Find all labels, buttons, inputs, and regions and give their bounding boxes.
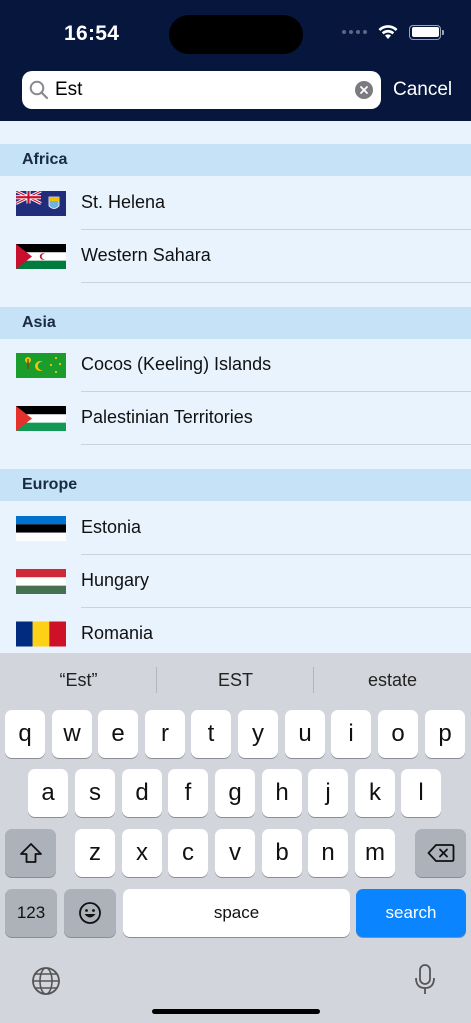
key-s[interactable]: s	[75, 769, 115, 817]
key-i[interactable]: i	[331, 710, 371, 758]
wifi-icon	[378, 25, 398, 39]
shift-icon	[19, 843, 42, 863]
key-f[interactable]: f	[168, 769, 208, 817]
country-name: Estonia	[81, 517, 142, 537]
shift-key[interactable]	[5, 829, 56, 877]
key-z[interactable]: z	[75, 829, 115, 877]
cancel-button[interactable]: Cancel	[393, 79, 452, 101]
suggestion-item[interactable]: estate	[314, 653, 471, 707]
cellular-signal-icon	[342, 30, 367, 34]
suggestion-item[interactable]: EST	[157, 653, 314, 707]
hungary-flag-icon	[16, 569, 66, 594]
globe-icon[interactable]	[31, 966, 61, 996]
section-title: Europe	[22, 476, 78, 493]
estonia-flag-icon	[16, 516, 66, 541]
row-divider	[81, 282, 471, 283]
key-p[interactable]: p	[425, 710, 465, 758]
list-item-palestinian-territories[interactable]: Palestinian Territories	[0, 392, 471, 445]
keyboard: “Est” EST estate q w e r t y u i o p a s…	[0, 653, 471, 1023]
battery-icon	[409, 24, 444, 40]
palestine-flag-icon	[16, 406, 66, 431]
country-name: Cocos (Keeling) Islands	[81, 354, 272, 374]
st-helena-flag-icon	[16, 191, 66, 216]
space-key[interactable]: space	[123, 889, 350, 937]
key-n[interactable]: n	[308, 829, 348, 877]
key-a[interactable]: a	[28, 769, 68, 817]
list-item-hungary[interactable]: Hungary	[0, 555, 471, 608]
key-x[interactable]: x	[122, 829, 162, 877]
key-y[interactable]: y	[238, 710, 278, 758]
key-k[interactable]: k	[355, 769, 395, 817]
country-name: St. Helena	[81, 192, 166, 212]
country-name: Romania	[81, 623, 154, 643]
key-b[interactable]: b	[262, 829, 302, 877]
delete-key[interactable]	[415, 829, 466, 877]
search-input[interactable]: Est	[55, 79, 82, 101]
status-time: 16:54	[64, 22, 120, 45]
key-h[interactable]: h	[262, 769, 302, 817]
key-c[interactable]: c	[168, 829, 208, 877]
key-e[interactable]: e	[98, 710, 138, 758]
clear-icon[interactable]	[355, 81, 373, 99]
list-item-st-helena[interactable]: St. Helena	[0, 177, 471, 230]
key-q[interactable]: q	[5, 710, 45, 758]
key-w[interactable]: w	[52, 710, 92, 758]
navigation-bar: 16:54 Est Cancel	[0, 0, 471, 121]
search-icon	[29, 80, 49, 100]
key-r[interactable]: r	[145, 710, 185, 758]
search-key[interactable]: search	[356, 889, 466, 937]
microphone-icon[interactable]	[413, 963, 437, 997]
key-v[interactable]: v	[215, 829, 255, 877]
list-item-western-sahara[interactable]: Western Sahara	[0, 230, 471, 283]
numbers-key[interactable]: 123	[5, 889, 57, 937]
country-name: Hungary	[81, 570, 150, 590]
list-item-cocos-islands[interactable]: Cocos (Keeling) Islands	[0, 339, 471, 392]
key-u[interactable]: u	[285, 710, 325, 758]
backspace-icon	[427, 844, 454, 862]
key-m[interactable]: m	[355, 829, 395, 877]
suggestion-item[interactable]: “Est”	[0, 653, 157, 707]
key-l[interactable]: l	[401, 769, 441, 817]
key-t[interactable]: t	[191, 710, 231, 758]
section-header-europe: Europe	[0, 469, 471, 501]
section-title: Asia	[22, 314, 56, 331]
romania-flag-icon	[16, 621, 66, 647]
emoji-key[interactable]	[64, 889, 116, 937]
country-name: Palestinian Territories	[81, 407, 253, 427]
section-header-asia: Asia	[0, 307, 471, 339]
emoji-icon	[79, 902, 101, 924]
search-field[interactable]: Est	[22, 71, 381, 109]
status-icons	[342, 24, 444, 40]
list-item-estonia[interactable]: Estonia	[0, 502, 471, 555]
key-d[interactable]: d	[122, 769, 162, 817]
section-title: Africa	[22, 151, 68, 168]
key-g[interactable]: g	[215, 769, 255, 817]
dynamic-island	[169, 15, 303, 54]
suggestion-bar: “Est” EST estate	[0, 653, 471, 707]
key-o[interactable]: o	[378, 710, 418, 758]
country-name: Western Sahara	[81, 245, 211, 265]
western-sahara-flag-icon	[16, 244, 66, 269]
key-j[interactable]: j	[308, 769, 348, 817]
home-indicator[interactable]	[152, 1009, 320, 1014]
section-header-africa: Africa	[0, 144, 471, 176]
cocos-islands-flag-icon	[16, 353, 66, 378]
row-divider	[81, 444, 471, 445]
